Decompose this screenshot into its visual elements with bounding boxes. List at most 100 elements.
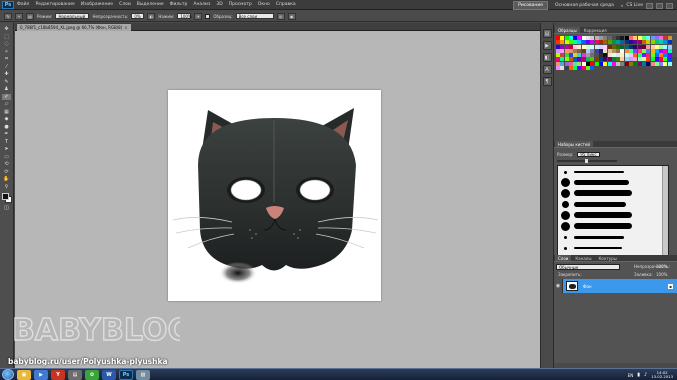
mode-select[interactable]: Нормальный — [55, 13, 90, 19]
3d-camera-tool-icon[interactable]: ⟳ — [2, 169, 11, 176]
language-indicator[interactable]: EN — [628, 373, 634, 378]
crop-tool-icon[interactable]: ⌗ — [2, 56, 11, 63]
history-brush-tool-icon[interactable]: ✎ — [4, 12, 12, 20]
tab-adjustments[interactable]: Коррекция — [580, 27, 610, 33]
maximize-button[interactable] — [656, 2, 663, 9]
brush-preset-row[interactable] — [558, 177, 662, 188]
close-button[interactable] — [666, 2, 673, 9]
healing-brush-tool-icon[interactable]: ✚ — [2, 71, 11, 78]
start-button[interactable] — [2, 369, 14, 380]
yandex-browser-icon[interactable]: Y — [51, 369, 65, 380]
lasso-tool-icon[interactable]: ◌ — [2, 41, 11, 48]
brush-preset-row[interactable] — [558, 199, 662, 210]
icq-icon[interactable]: ✿ — [85, 369, 99, 380]
color-swatch[interactable] — [667, 61, 672, 66]
visibility-eye-icon[interactable]: ◉ — [554, 279, 563, 293]
brush-size-input[interactable]: 95 пикс — [577, 152, 600, 157]
hand-tool-icon[interactable]: ✋ — [2, 176, 11, 183]
tab-brush-presets[interactable]: Наборы кистей — [555, 141, 593, 147]
media-player-icon[interactable]: ▶ — [34, 369, 48, 380]
quick-select-tool-icon[interactable]: ✧ — [2, 49, 11, 56]
shape-tool-icon[interactable]: ▭ — [2, 154, 11, 161]
document-tab[interactable]: 0_786f1_c18b8594_XL.jpeg @ 66,7% (Фон, R… — [17, 24, 131, 31]
word-icon[interactable]: W — [102, 369, 116, 380]
color-swatches[interactable] — [1, 193, 12, 204]
zoom-tool-icon[interactable]: ⚲ — [2, 184, 11, 191]
brush-size-slider[interactable] — [557, 159, 617, 163]
flow-input[interactable]: 100% — [177, 13, 192, 19]
cs-live-button[interactable]: CS Live — [626, 3, 643, 8]
color-swatch[interactable] — [590, 66, 595, 71]
foreground-color-swatch[interactable] — [1, 193, 9, 200]
brush-preset-row[interactable] — [558, 210, 662, 221]
brush-preset-picker[interactable]: • — [15, 12, 23, 20]
brush-preset-row[interactable] — [558, 188, 662, 199]
clock[interactable]: 14:02 13.02.2013 — [651, 370, 673, 380]
brush-tool-icon[interactable]: ✎ — [2, 79, 11, 86]
explorer-icon[interactable]: ▣ — [17, 369, 31, 380]
sample-select[interactable]: Все слои — [235, 13, 274, 19]
actions-panel-icon[interactable]: ▶ — [542, 41, 552, 50]
path-select-tool-icon[interactable]: ➤ — [2, 146, 11, 153]
close-icon[interactable]: × — [124, 25, 127, 30]
menu-window[interactable]: Окно — [255, 2, 273, 7]
menu-filter[interactable]: Фильтр — [167, 2, 191, 7]
painting-workspace-button[interactable]: Рисование — [513, 1, 549, 10]
tab-layers[interactable]: Слои — [555, 255, 572, 261]
eraser-tool-icon[interactable]: ▱ — [2, 101, 11, 108]
blur-tool-icon[interactable]: ◆ — [2, 116, 11, 123]
quick-mask-icon[interactable]: ◫ — [2, 205, 11, 212]
ignore-adjustment-layers-icon[interactable]: ◎ — [276, 12, 285, 20]
pressure-size-icon[interactable]: ◉ — [287, 12, 296, 20]
3d-rotate-tool-icon[interactable]: ⟲ — [2, 161, 11, 168]
layer-row[interactable]: ◉ Фон ▪ — [554, 279, 677, 293]
chevron-right-icon[interactable]: » — [621, 3, 623, 8]
marquee-tool-icon[interactable]: ⬚ — [2, 34, 11, 41]
swatch-grid[interactable] — [556, 36, 672, 71]
pen-tool-icon[interactable]: ✒ — [2, 131, 11, 138]
dodge-tool-icon[interactable]: ● — [2, 124, 11, 131]
menu-help[interactable]: Справка — [273, 2, 299, 7]
history-brush-tool-icon[interactable]: ✐ — [2, 93, 11, 100]
layer-comps-icon[interactable]: ◧ — [542, 53, 552, 62]
layer-name[interactable]: Фон — [583, 284, 592, 289]
gradient-tool-icon[interactable]: ▦ — [2, 109, 11, 116]
tab-paths[interactable]: Контуры — [595, 255, 620, 261]
brush-preset-list[interactable] — [557, 165, 669, 260]
network-icon[interactable]: ▮ — [637, 372, 640, 378]
history-panel-icon[interactable]: ▤ — [542, 29, 552, 38]
aligned-checkbox[interactable] — [205, 13, 211, 19]
brush-list-scrollbar[interactable] — [662, 166, 668, 260]
minimize-button[interactable] — [646, 2, 653, 9]
blend-mode-select[interactable]: Обычные — [556, 264, 620, 270]
tab-channels[interactable]: Каналы — [572, 255, 595, 261]
type-tool-icon[interactable]: T — [2, 139, 11, 146]
character-panel-icon[interactable]: A — [542, 65, 552, 74]
eyedropper-tool-icon[interactable]: ⁄ — [2, 64, 11, 71]
files-icon[interactable]: ▤ — [68, 369, 82, 380]
brush-size-slider-knob[interactable] — [585, 159, 588, 163]
menu-file[interactable]: Файл — [14, 2, 32, 7]
brush-preset-row[interactable] — [558, 221, 662, 232]
menu-select[interactable]: Выделение — [134, 2, 167, 7]
pressure-opacity-icon[interactable]: ◐ — [147, 12, 156, 20]
menu-analysis[interactable]: Анализ — [190, 2, 213, 7]
volume-icon[interactable]: ♪ — [644, 372, 647, 378]
move-tool-icon[interactable]: ✥ — [2, 26, 11, 33]
image-viewer-icon[interactable]: ▧ — [136, 369, 150, 380]
canvas[interactable] — [168, 90, 381, 301]
layer-opacity-input[interactable]: 100% — [656, 264, 667, 269]
tab-swatches[interactable]: Образцы — [555, 27, 580, 33]
menu-layers[interactable]: Слои — [116, 2, 134, 7]
essentials-workspace-button[interactable]: Основная рабочая среда — [551, 2, 618, 9]
brush-panel-toggle-icon[interactable]: ▤ — [26, 12, 34, 20]
menu-edit[interactable]: Редактирование — [32, 2, 77, 7]
opacity-input[interactable]: 0% — [131, 13, 145, 19]
brush-preset-row[interactable] — [558, 232, 662, 243]
airbrush-icon[interactable]: ✈ — [194, 12, 203, 20]
paragraph-panel-icon[interactable]: ¶ — [542, 77, 552, 86]
photoshop-taskbar-icon[interactable]: Ps — [119, 369, 133, 380]
clone-stamp-tool-icon[interactable]: ♟ — [2, 86, 11, 93]
fill-input[interactable]: 100% — [656, 272, 667, 277]
menu-view[interactable]: Просмотр — [226, 2, 255, 7]
